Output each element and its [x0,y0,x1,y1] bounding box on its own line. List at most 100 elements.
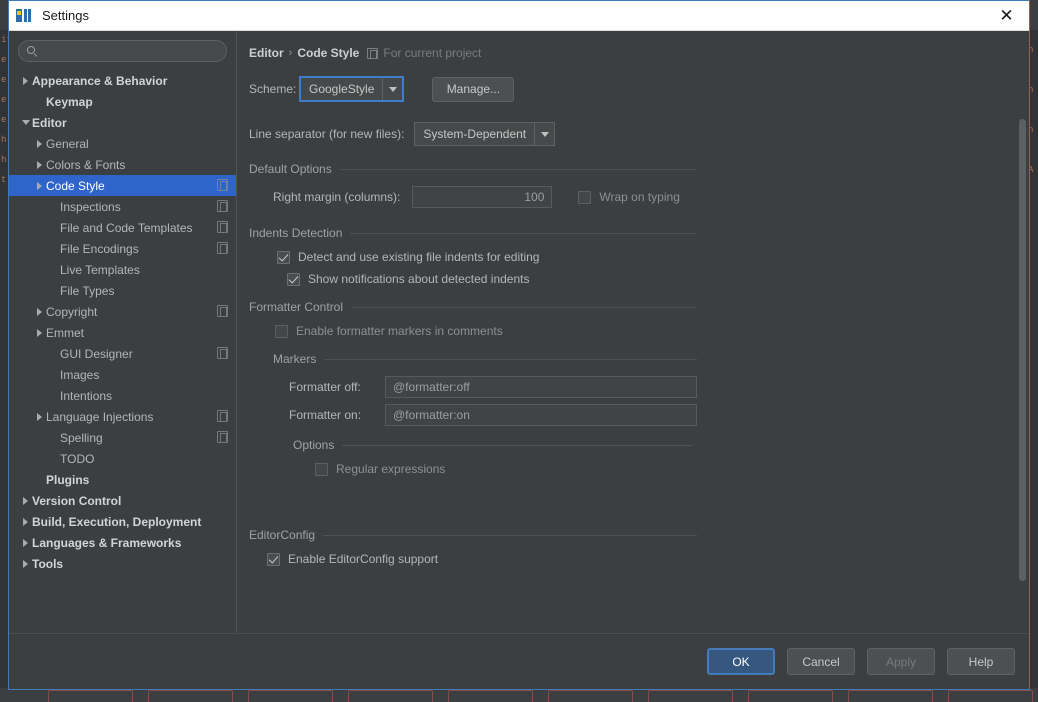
sidebar-item-label: Intentions [60,388,113,403]
sidebar-item-file-and-code-templates[interactable]: File and Code Templates [9,217,236,238]
right-margin-input[interactable]: 100 [412,186,553,208]
manage-schemes-button[interactable]: Manage... [432,76,515,102]
formatter-off-row: Formatter off: @formatter:off [289,376,1005,398]
sidebar-item-label: Editor [32,115,67,130]
chevron-right-icon[interactable] [19,538,32,547]
show-indent-notifications-checkbox[interactable]: Show notifications about detected indent… [287,272,1005,286]
cancel-button[interactable]: Cancel [787,648,855,675]
scheme-select[interactable]: GoogleStyle [299,76,405,102]
sidebar-item-label: TODO [60,451,95,466]
chevron-right-icon[interactable] [33,160,46,169]
detect-indents-checkbox[interactable]: Detect and use existing file indents for… [277,250,1005,264]
chevron-right-icon[interactable] [19,496,32,505]
scrollbar-thumb[interactable] [1019,119,1026,581]
group-divider [351,306,697,308]
project-scope-icon [217,347,228,359]
sidebar-item-label: File and Code Templates [60,220,193,235]
sidebar-item-label: Colors & Fonts [46,157,126,172]
checkbox-box [578,190,592,204]
sidebar-item-plugins[interactable]: Plugins [9,469,236,490]
sidebar-item-intentions[interactable]: Intentions [9,385,236,406]
close-icon[interactable]: ✕ [984,1,1029,30]
sidebar-item-label: General [46,136,89,151]
wrap-on-typing-checkbox[interactable]: Wrap on typing [578,190,680,204]
sidebar-item-label: Appearance & Behavior [32,73,168,88]
sidebar-item-version-control[interactable]: Version Control [9,490,236,511]
sidebar-item-gui-designer[interactable]: GUI Designer [9,343,236,364]
content-scrollbar[interactable] [1018,33,1027,631]
chevron-right-icon[interactable] [33,181,46,190]
dialog-title: Settings [42,8,89,23]
sidebar-item-label: Languages & Frameworks [32,535,182,550]
regular-expressions-checkbox[interactable]: Regular expressions [315,462,1005,476]
help-button[interactable]: Help [947,648,1015,675]
formatter-on-label: Formatter on: [289,408,362,422]
sidebar-item-label: Build, Execution, Deployment [32,514,202,529]
markers-group-header: Markers [273,352,697,366]
breadcrumb-root[interactable]: Editor [249,46,284,60]
intellij-idea-icon [16,8,32,24]
sidebar-item-live-templates[interactable]: Live Templates [9,259,236,280]
chevron-right-icon[interactable] [19,76,32,85]
sidebar-item-label: Live Templates [60,262,140,277]
enable-formatter-markers-label: Enable formatter markers in comments [296,324,503,338]
dialog-footer: OK Cancel Apply Help [9,633,1029,689]
sidebar-item-label: Copyright [46,304,98,319]
chevron-right-icon[interactable] [33,139,46,148]
sidebar-item-languages-frameworks[interactable]: Languages & Frameworks [9,532,236,553]
sidebar-item-appearance-behavior[interactable]: Appearance & Behavior [9,70,236,91]
project-scope-icon [217,200,228,212]
settings-sidebar: Appearance & Behavior Keymap Editor General… [9,31,237,633]
chevron-down-icon[interactable] [19,120,32,125]
dialog-titlebar: Settings ✕ [9,1,1029,31]
indents-detection-group-header: Indents Detection [249,226,697,240]
search-input[interactable] [43,43,218,59]
enable-formatter-markers-checkbox[interactable]: Enable formatter markers in comments [275,324,1005,338]
chevron-right-icon[interactable] [33,307,46,316]
sidebar-item-label: Plugins [46,472,90,487]
formatter-control-group-header: Formatter Control [249,300,697,314]
sidebar-item-inspections[interactable]: Inspections [9,196,236,217]
breadcrumb-separator: › [288,47,293,59]
sidebar-item-code-style[interactable]: Code Style [9,175,236,196]
checkbox-box [287,272,300,286]
sidebar-item-todo[interactable]: TODO [9,448,236,469]
search-box[interactable] [18,40,227,62]
scheme-select-value: GoogleStyle [309,82,375,96]
ok-button[interactable]: OK [707,648,775,675]
sidebar-item-language-injections[interactable]: Language Injections [9,406,236,427]
sidebar-item-label: Language Injections [46,409,154,424]
sidebar-item-copyright[interactable]: Copyright [9,301,236,322]
project-scope-icon [217,305,228,317]
chevron-right-icon[interactable] [33,412,46,421]
sidebar-item-label: Inspections [60,199,121,214]
formatter-off-input[interactable]: @formatter:off [385,376,697,398]
chevron-right-icon[interactable] [19,559,32,568]
apply-button[interactable]: Apply [867,648,935,675]
project-scope-icon [217,431,228,443]
formatter-on-row: Formatter on: @formatter:on [289,404,1005,426]
group-divider [339,168,697,170]
detect-indents-label: Detect and use existing file indents for… [298,250,540,264]
sidebar-item-emmet[interactable]: Emmet [9,322,236,343]
formatter-on-input[interactable]: @formatter:on [385,404,697,426]
sidebar-item-general[interactable]: General [9,133,236,154]
enable-editorconfig-checkbox[interactable]: Enable EditorConfig support [267,552,1005,566]
sidebar-item-keymap[interactable]: Keymap [9,91,236,112]
sidebar-item-colors-fonts[interactable]: Colors & Fonts [9,154,236,175]
sidebar-item-file-encodings[interactable]: File Encodings [9,238,236,259]
line-separator-select[interactable]: System-Dependent [414,122,556,146]
settings-tree[interactable]: Appearance & Behavior Keymap Editor General… [9,68,236,633]
chevron-right-icon[interactable] [33,328,46,337]
chevron-right-icon[interactable] [19,517,32,526]
sidebar-item-images[interactable]: Images [9,364,236,385]
sidebar-item-editor[interactable]: Editor [9,112,236,133]
show-indent-notifications-label: Show notifications about detected indent… [308,272,530,286]
sidebar-item-build-execution-deployment[interactable]: Build, Execution, Deployment [9,511,236,532]
sidebar-item-tools[interactable]: Tools [9,553,236,574]
wrap-on-typing-label: Wrap on typing [599,190,680,204]
dialog-body: Appearance & Behavior Keymap Editor General… [9,31,1029,633]
sidebar-item-spelling[interactable]: Spelling [9,427,236,448]
sidebar-item-file-types[interactable]: File Types [9,280,236,301]
right-margin-label: Right margin (columns): [273,190,401,204]
